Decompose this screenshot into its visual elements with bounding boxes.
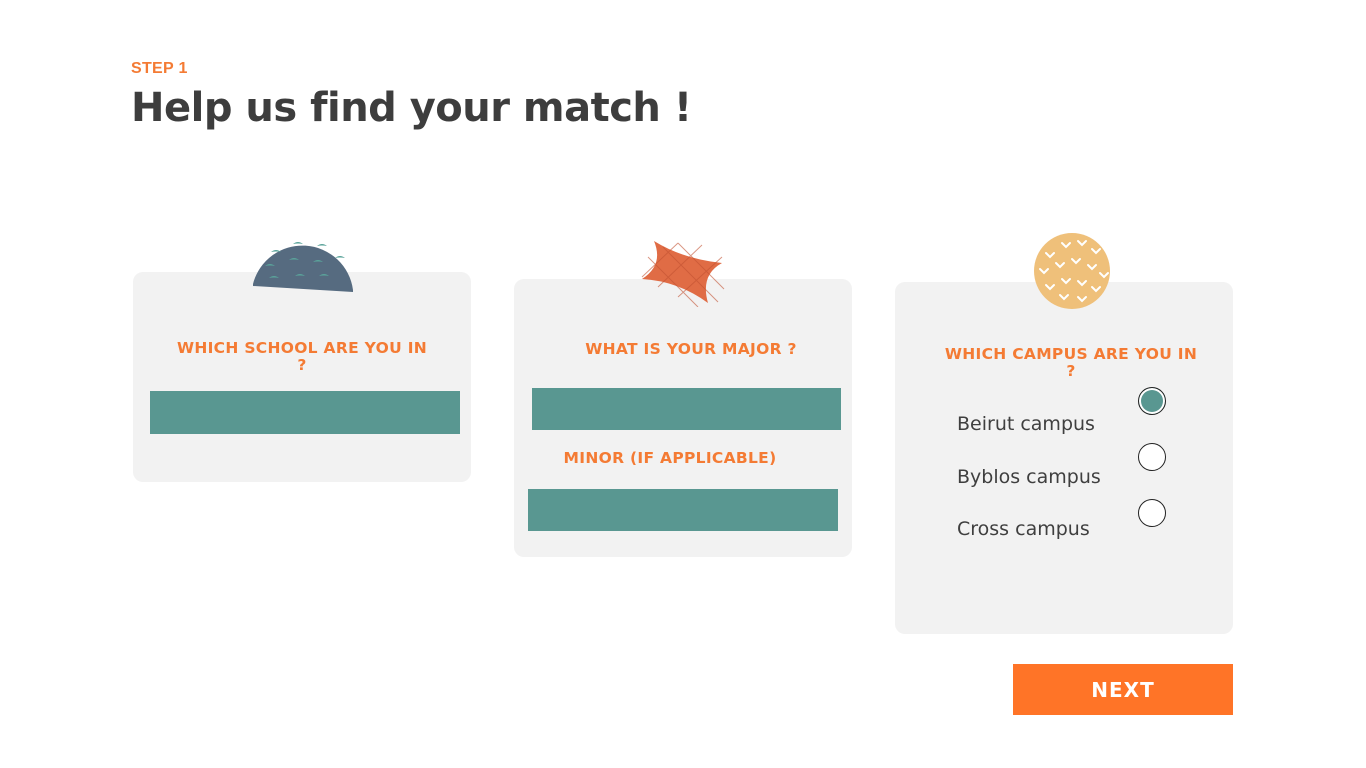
school-question: WHICH SCHOOL ARE YOU IN ? xyxy=(176,339,428,374)
step-label: STEP 1 xyxy=(131,60,188,77)
campus-card xyxy=(895,282,1233,634)
school-input[interactable] xyxy=(150,391,460,434)
minor-label: MINOR (IF APPLICABLE) xyxy=(563,449,777,467)
dotted-circle-icon xyxy=(1034,233,1110,309)
campus-option-byblos-radio[interactable] xyxy=(1138,443,1166,471)
campus-option-byblos-label: Byblos campus xyxy=(957,466,1101,488)
campus-option-cross-radio[interactable] xyxy=(1138,499,1166,527)
star-sticker-icon xyxy=(641,241,725,307)
major-input[interactable] xyxy=(532,388,841,430)
next-button[interactable]: NEXT xyxy=(1013,664,1233,715)
school-card xyxy=(133,272,471,482)
minor-input[interactable] xyxy=(528,489,838,531)
campus-option-cross-label: Cross campus xyxy=(957,518,1090,540)
campus-option-beirut-radio[interactable] xyxy=(1138,387,1166,415)
major-question: WHAT IS YOUR MAJOR ? xyxy=(585,340,797,358)
page-title: Help us find your match ! xyxy=(131,85,692,131)
semicircle-patterned-icon xyxy=(253,242,353,292)
campus-option-beirut-label: Beirut campus xyxy=(957,413,1095,435)
campus-question: WHICH CAMPUS ARE YOU IN ? xyxy=(944,345,1198,380)
